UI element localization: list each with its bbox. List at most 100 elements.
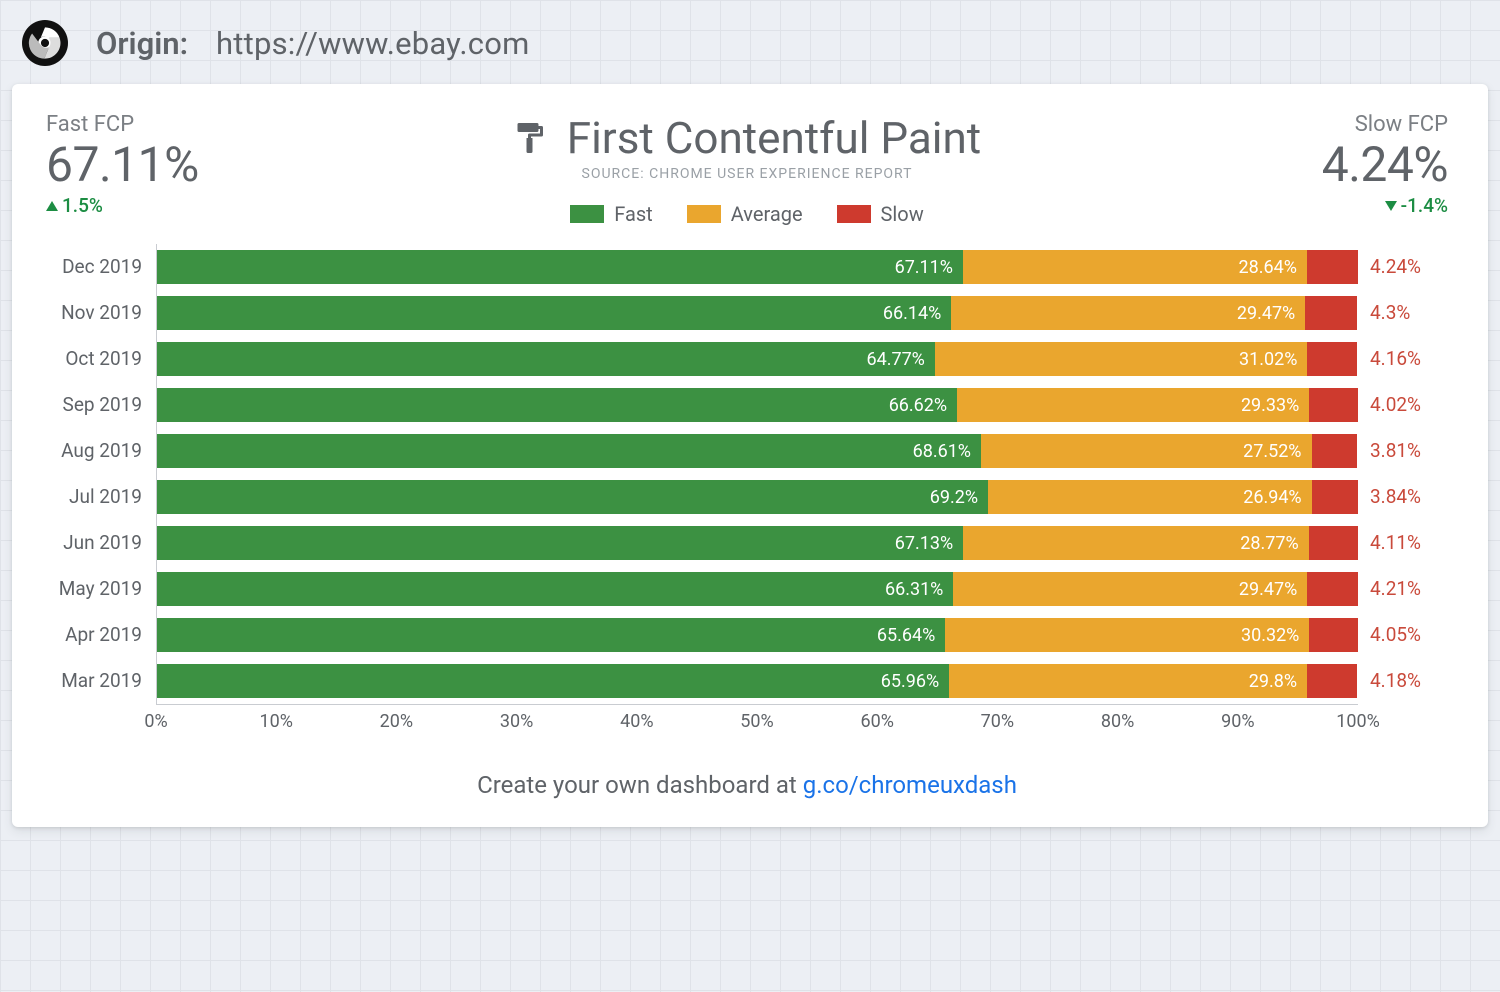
bar-segment-average: 29.33% <box>957 388 1309 422</box>
x-tick-label: 30% <box>500 711 533 732</box>
bar-segment-slow <box>1305 296 1357 330</box>
footer-link[interactable]: g.co/chromeuxdash <box>803 771 1017 799</box>
x-tick-label: 40% <box>620 711 653 732</box>
bar-segment-average: 29.47% <box>951 296 1305 330</box>
slow-value-label: 3.84% <box>1370 474 1448 520</box>
legend-label-fast: Fast <box>614 202 652 226</box>
bar-segment-average: 31.02% <box>935 342 1308 376</box>
bar-segment-average: 26.94% <box>988 480 1312 514</box>
bar-segment-slow <box>1309 618 1358 652</box>
bar-segment-fast: 67.13% <box>157 526 963 560</box>
legend: Fast Average Slow <box>296 202 1198 226</box>
legend-swatch-slow <box>837 205 871 223</box>
y-tick-label: Mar 2019 <box>46 658 142 704</box>
stacked-bar-chart: Dec 2019Nov 2019Oct 2019Sep 2019Aug 2019… <box>46 244 1448 705</box>
footer: Create your own dashboard at g.co/chrome… <box>46 771 1448 799</box>
bar-row: 69.2%26.94% <box>157 474 1358 520</box>
bar-row: 68.61%27.52% <box>157 428 1358 474</box>
bar-segment-slow <box>1307 664 1357 698</box>
footer-text: Create your own dashboard at <box>477 771 803 799</box>
slow-value-label: 4.18% <box>1370 658 1448 704</box>
bar-row: 67.13%28.77% <box>157 520 1358 566</box>
slow-value-label: 4.05% <box>1370 612 1448 658</box>
kpi-fast-delta: 1.5% <box>46 194 103 217</box>
slow-value-label: 4.16% <box>1370 336 1448 382</box>
x-tick-label: 60% <box>860 711 893 732</box>
origin-label: Origin: <box>96 25 188 62</box>
bar-segment-fast: 65.96% <box>157 664 949 698</box>
legend-item-average: Average <box>687 202 803 226</box>
y-tick-label: Jul 2019 <box>46 474 142 520</box>
bar-row: 65.64%30.32% <box>157 612 1358 658</box>
y-tick-label: Dec 2019 <box>46 244 142 290</box>
bar-segment-slow <box>1312 480 1358 514</box>
kpi-fast-delta-value: 1.5% <box>62 194 103 217</box>
bar-row: 67.11%28.64% <box>157 244 1358 290</box>
x-tick-label: 10% <box>259 711 292 732</box>
x-axis: 0%10%20%30%40%50%60%70%80%90%100% <box>156 711 1358 739</box>
x-tick-label: 0% <box>144 711 167 732</box>
bar-segment-average: 29.8% <box>949 664 1307 698</box>
origin-url: https://www.ebay.com <box>216 25 529 62</box>
kpi-slow-delta-value: -1.4% <box>1401 194 1448 217</box>
arrow-up-icon <box>46 201 58 211</box>
bar-row: 66.31%29.47% <box>157 566 1358 612</box>
bar-segment-fast: 66.14% <box>157 296 951 330</box>
kpi-slow-value: 4.24% <box>1218 137 1448 192</box>
legend-item-fast: Fast <box>570 202 652 226</box>
bar-row: 66.62%29.33% <box>157 382 1358 428</box>
topbar: Origin: https://www.ebay.com <box>12 12 1488 84</box>
bar-segment-average: 28.77% <box>963 526 1308 560</box>
bar-segment-average: 29.47% <box>953 572 1307 606</box>
x-tick-label: 90% <box>1221 711 1254 732</box>
y-tick-label: Sep 2019 <box>46 382 142 428</box>
chart-title: First Contentful Paint <box>567 112 981 164</box>
y-axis-labels: Dec 2019Nov 2019Oct 2019Sep 2019Aug 2019… <box>46 244 156 705</box>
kpi-fast-label: Fast FCP <box>46 112 276 137</box>
x-tick-label: 100% <box>1336 711 1380 732</box>
bar-segment-fast: 69.2% <box>157 480 988 514</box>
slow-value-labels: 4.24%4.3%4.16%4.02%3.81%3.84%4.11%4.21%4… <box>1358 244 1448 705</box>
kpi-fast-value: 67.11% <box>46 137 276 192</box>
x-tick-label: 80% <box>1101 711 1134 732</box>
bar-segment-fast: 67.11% <box>157 250 963 284</box>
legend-swatch-average <box>687 205 721 223</box>
chrome-logo-icon <box>22 20 68 66</box>
chart-subtitle: SOURCE: CHROME USER EXPERIENCE REPORT <box>296 166 1198 182</box>
bar-segment-average: 27.52% <box>981 434 1312 468</box>
slow-value-label: 4.3% <box>1370 290 1448 336</box>
kpi-slow: Slow FCP 4.24% -1.4% <box>1218 112 1448 217</box>
kpi-slow-label: Slow FCP <box>1218 112 1448 137</box>
slow-value-label: 4.24% <box>1370 244 1448 290</box>
y-tick-label: Jun 2019 <box>46 520 142 566</box>
metric-card: Fast FCP 67.11% 1.5% First Contentful Pa… <box>12 84 1488 827</box>
bar-segment-fast: 66.62% <box>157 388 957 422</box>
y-tick-label: Aug 2019 <box>46 428 142 474</box>
legend-label-slow: Slow <box>881 202 924 226</box>
bar-row: 65.96%29.8% <box>157 658 1358 704</box>
bar-segment-slow <box>1307 572 1358 606</box>
bar-segment-average: 28.64% <box>963 250 1307 284</box>
y-tick-label: May 2019 <box>46 566 142 612</box>
plot-area: 67.11%28.64%66.14%29.47%64.77%31.02%66.6… <box>156 244 1358 705</box>
bar-segment-slow <box>1307 342 1357 376</box>
slow-value-label: 3.81% <box>1370 428 1448 474</box>
y-tick-label: Apr 2019 <box>46 612 142 658</box>
x-tick-label: 20% <box>380 711 413 732</box>
bar-segment-slow <box>1312 434 1358 468</box>
y-tick-label: Oct 2019 <box>46 336 142 382</box>
paint-roller-icon <box>513 120 549 156</box>
bar-segment-fast: 68.61% <box>157 434 981 468</box>
bar-segment-fast: 64.77% <box>157 342 935 376</box>
slow-value-label: 4.21% <box>1370 566 1448 612</box>
y-tick-label: Nov 2019 <box>46 290 142 336</box>
legend-swatch-fast <box>570 205 604 223</box>
legend-label-average: Average <box>731 202 803 226</box>
bar-segment-slow <box>1307 250 1358 284</box>
bar-segment-fast: 65.64% <box>157 618 945 652</box>
bar-segment-slow <box>1309 526 1358 560</box>
bar-segment-slow <box>1309 388 1357 422</box>
kpi-slow-delta: -1.4% <box>1218 194 1448 217</box>
bar-segment-average: 30.32% <box>945 618 1309 652</box>
kpi-fast: Fast FCP 67.11% 1.5% <box>46 112 276 217</box>
